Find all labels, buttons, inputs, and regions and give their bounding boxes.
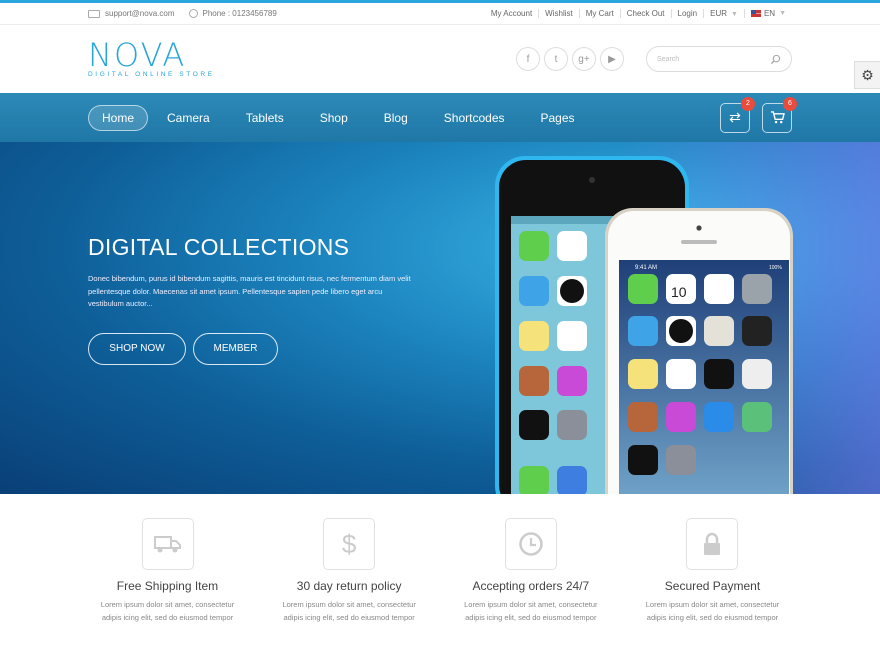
logo[interactable]: NOVA DIGITAL ONLINE STORE bbox=[88, 35, 215, 78]
site-header: NOVA DIGITAL ONLINE STORE f t g+ ▶ Searc… bbox=[0, 25, 880, 93]
google-plus-icon[interactable]: g+ bbox=[572, 47, 596, 71]
nav-shortcodes[interactable]: Shortcodes bbox=[444, 111, 505, 125]
feature-text: Lorem ipsum dolor sit amet, consectetur … bbox=[464, 600, 598, 622]
iphone-product-image: 9:41 AM 100% 10 bbox=[495, 156, 793, 494]
language-select[interactable]: EN ▼ bbox=[745, 9, 792, 18]
feature-text: Lorem ipsum dolor sit amet, consectetur … bbox=[645, 600, 780, 622]
compare-count-badge: 2 bbox=[741, 96, 755, 111]
clock-icon bbox=[504, 518, 557, 570]
social-links: f t g+ ▶ bbox=[512, 47, 624, 71]
hero-description: Donec bibendum, purus id bibendum sagitt… bbox=[88, 274, 411, 308]
nav-tablets[interactable]: Tablets bbox=[246, 111, 284, 125]
feature-title: Accepting orders 24/7 bbox=[472, 579, 590, 593]
feature-accepting-orders: Accepting orders 24/7 Lorem ipsum dolor … bbox=[453, 518, 608, 624]
link-checkout[interactable]: Check Out bbox=[621, 9, 672, 18]
chevron-down-icon: ▼ bbox=[731, 11, 738, 18]
feature-return-policy: $ 30 day return policy Lorem ipsum dolor… bbox=[272, 518, 427, 624]
search-input[interactable]: Search bbox=[646, 46, 792, 72]
youtube-icon[interactable]: ▶ bbox=[600, 47, 624, 71]
chevron-down-icon: ▼ bbox=[779, 10, 786, 17]
cart-button[interactable]: 6 bbox=[762, 96, 797, 133]
settings-panel-toggle[interactable]: ⚙ bbox=[854, 61, 880, 89]
link-my-cart[interactable]: My Cart bbox=[580, 9, 621, 18]
phone-contact: Phone : 0123456789 bbox=[188, 9, 277, 18]
compare-button[interactable]: ⇄ 2 bbox=[720, 96, 755, 133]
cart-count-badge: 6 bbox=[783, 96, 797, 111]
main-navigation: Home Camera Tablets Shop Blog Shortcodes… bbox=[0, 93, 880, 142]
hero-title: DIGITAL COLLECTIONS bbox=[88, 234, 350, 260]
feature-secured-payment: Secured Payment Lorem ipsum dolor sit am… bbox=[635, 518, 790, 624]
mail-icon bbox=[88, 9, 100, 18]
phone-battery: 100% bbox=[769, 265, 782, 271]
feature-text: Lorem ipsum dolor sit amet, consectetur … bbox=[282, 600, 416, 622]
gear-icon: ⚙ bbox=[861, 66, 874, 83]
nav-camera[interactable]: Camera bbox=[167, 111, 210, 125]
hero-banner: DIGITAL COLLECTIONS Donec bibendum, puru… bbox=[0, 142, 880, 494]
link-my-account[interactable]: My Account bbox=[485, 9, 540, 18]
member-button[interactable]: MEMBER bbox=[193, 332, 278, 365]
feature-title: Free Shipping Item bbox=[116, 579, 219, 593]
feature-free-shipping: Free Shipping Item Lorem ipsum dolor sit… bbox=[90, 518, 245, 624]
link-wishlist[interactable]: Wishlist bbox=[539, 9, 580, 18]
top-bar: support@nova.com Phone : 0123456789 My A… bbox=[0, 3, 880, 25]
nav-home[interactable]: Home bbox=[88, 104, 149, 131]
email-contact[interactable]: support@nova.com bbox=[88, 9, 175, 18]
dollar-icon: $ bbox=[323, 518, 376, 570]
compare-icon: ⇄ bbox=[729, 109, 741, 125]
truck-icon bbox=[141, 518, 194, 570]
lock-icon bbox=[686, 518, 739, 570]
logo-tagline: DIGITAL ONLINE STORE bbox=[88, 70, 215, 78]
facebook-icon[interactable]: f bbox=[516, 47, 540, 71]
currency-select[interactable]: EUR ▼ bbox=[704, 9, 745, 18]
logo-brand: NOVA bbox=[88, 35, 187, 74]
nav-blog[interactable]: Blog bbox=[384, 111, 408, 125]
nav-pages[interactable]: Pages bbox=[541, 111, 575, 125]
phone-clock: 9:41 AM bbox=[635, 265, 657, 271]
feature-text: Lorem ipsum dolor sit amet, consectetur … bbox=[100, 600, 235, 622]
link-login[interactable]: Login bbox=[672, 9, 705, 18]
search-placeholder: Search bbox=[657, 55, 680, 63]
feature-title: 30 day return policy bbox=[296, 579, 402, 593]
phone-calendar-date: 10 bbox=[671, 284, 687, 300]
feature-title: Secured Payment bbox=[664, 579, 761, 593]
phone-icon bbox=[188, 9, 198, 18]
shop-now-button[interactable]: SHOP NOW bbox=[88, 332, 186, 365]
twitter-icon[interactable]: t bbox=[544, 47, 568, 71]
features-row: Free Shipping Item Lorem ipsum dolor sit… bbox=[0, 494, 880, 624]
hero-content: DIGITAL COLLECTIONS Donec bibendum, puru… bbox=[88, 234, 418, 365]
cart-icon bbox=[770, 111, 785, 124]
search-icon[interactable] bbox=[770, 54, 781, 65]
nav-shop[interactable]: Shop bbox=[320, 111, 348, 125]
us-flag-icon bbox=[750, 10, 761, 17]
